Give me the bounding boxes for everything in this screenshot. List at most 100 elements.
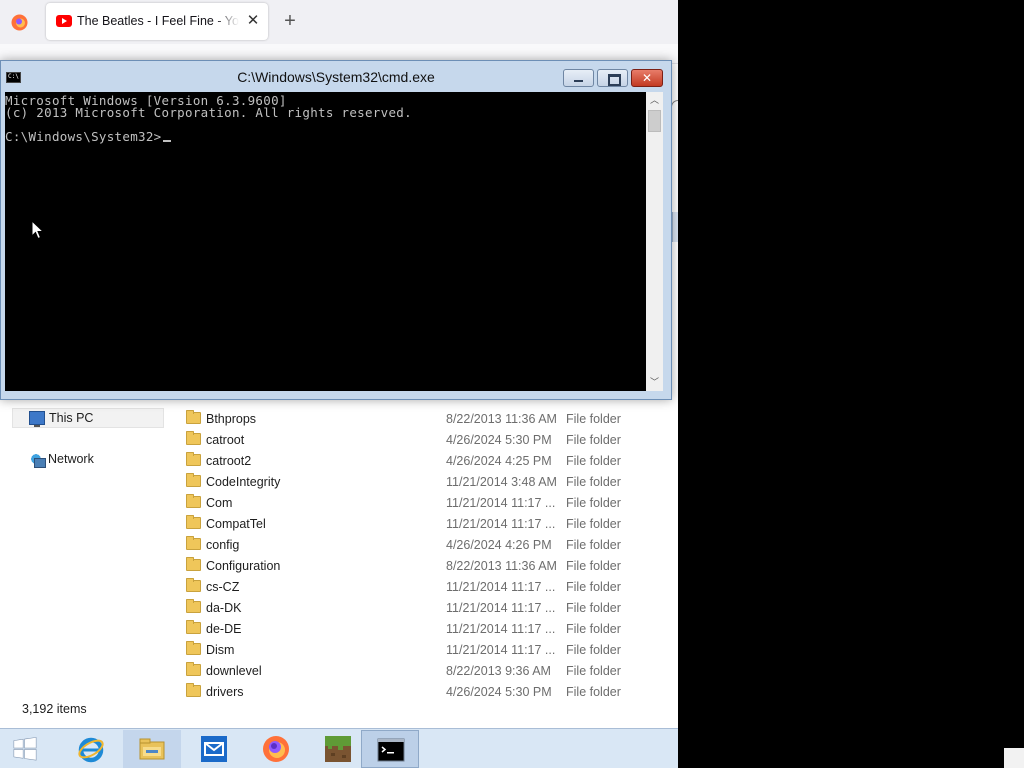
file-type: File folder [566,580,621,594]
new-tab-button[interactable]: + [280,11,300,31]
taskbar-file-explorer[interactable] [123,730,181,768]
file-date-modified: 11/21/2014 11:17 ... [446,517,556,531]
console-prompt-line: C:\Windows\System32> [5,129,171,144]
file-row[interactable]: CodeIntegrity 11/21/2014 3:48 AM File fold… [180,471,670,492]
file-row[interactable]: Dism 11/21/2014 11:17 ... File folder [180,639,670,660]
computer-icon [29,411,45,427]
scroll-up-arrow-icon[interactable]: ︿ [646,92,663,109]
mail-icon [201,736,227,762]
file-date-modified: 8/22/2013 11:36 AM [446,559,557,573]
file-date-modified: 11/21/2014 11:17 ... [446,580,556,594]
file-name: Dism [206,643,235,657]
file-row[interactable]: CompatTel 11/21/2014 11:17 ... File folder [180,513,670,534]
file-date-modified: 4/26/2024 5:30 PM [446,433,552,447]
youtube-icon [56,15,72,27]
file-date-modified: 8/22/2013 11:36 AM [446,412,557,426]
file-row[interactable]: de-DE 11/21/2014 11:17 ... File folder [180,618,670,639]
firefox-view-icon[interactable] [11,14,28,31]
taskbar-minecraft[interactable] [309,730,367,768]
nav-item-this-pc[interactable]: This PC [12,408,164,428]
file-row[interactable]: catroot 4/26/2024 5:30 PM File folder [180,429,670,450]
command-prompt-window[interactable]: C:\ C:\Windows\System32\cmd.exe Microsof… [0,60,672,400]
file-date-modified: 11/21/2014 11:17 ... [446,622,556,636]
title-bar[interactable]: C:\ C:\Windows\System32\cmd.exe [1,61,671,91]
file-type: File folder [566,454,621,468]
windows-logo-icon [13,737,37,761]
file-type: File folder [566,517,621,531]
nav-item-network[interactable]: Network [12,450,164,470]
file-type: File folder [566,538,621,552]
file-row[interactable]: downlevel 8/22/2013 9:36 AM File folder [180,660,670,681]
file-name: CodeIntegrity [206,475,281,489]
start-button[interactable] [2,730,60,768]
folder-icon [186,431,201,445]
folder-icon [186,662,201,676]
file-name: cs-CZ [206,580,240,594]
taskbar-mail[interactable] [185,730,243,768]
file-name: Configuration [206,559,281,573]
file-name: CompatTel [206,517,266,531]
nav-item-label: Network [48,452,94,466]
browser-tab-strip: The Beatles - I Feel Fine - YouTube ✕ + [0,0,678,44]
folder-icon [186,557,201,571]
close-tab-icon[interactable]: ✕ [244,12,262,30]
close-button[interactable] [631,69,663,87]
file-row[interactable]: Com 11/21/2014 11:17 ... File folder [180,492,670,513]
mouse-pointer-icon [31,220,45,240]
browser-tab-youtube[interactable]: The Beatles - I Feel Fine - YouTube ✕ [46,3,268,40]
file-name: Bthprops [206,412,257,426]
network-icon [28,452,46,468]
console-output[interactable]: Microsoft Windows [Version 6.3.9600] (c)… [5,92,646,391]
file-row[interactable]: da-DK 11/21/2014 11:17 ... File folder [180,597,670,618]
folder-icon [186,494,201,508]
vertical-scrollbar[interactable]: ︿ ﹀ [646,92,663,391]
file-type: File folder [566,685,621,699]
file-date-modified: 4/26/2024 4:26 PM [446,538,552,552]
item-count: 3,192 items [22,702,87,716]
scrollbar-thumb[interactable] [648,110,661,132]
file-name: drivers [206,685,244,699]
taskbar-firefox[interactable] [247,730,305,768]
navigation-pane: This PC Network [0,398,170,698]
command-prompt-icon [377,738,405,762]
file-name: de-DE [206,622,242,636]
desktop-corner [1004,748,1024,768]
file-type: File folder [566,433,621,447]
command-prompt: C:\Windows\System32> [5,129,162,144]
window-edge-decoration [672,212,678,242]
file-name: catroot2 [206,454,252,468]
file-type: File folder [566,601,621,615]
folder-icon [186,410,201,424]
file-row[interactable]: cs-CZ 11/21/2014 11:17 ... File folder [180,576,670,597]
minimize-button[interactable] [563,69,594,87]
file-date-modified: 11/21/2014 11:17 ... [446,643,556,657]
file-row[interactable]: catroot2 4/26/2024 4:25 PM File folder [180,450,670,471]
file-type: File folder [566,496,621,510]
scroll-down-arrow-icon[interactable]: ﹀ [646,374,663,391]
firefox-icon [263,736,289,762]
file-date-modified: 4/26/2024 4:25 PM [446,454,552,468]
minecraft-icon [325,736,351,762]
file-row[interactable]: Bthprops 8/22/2013 11:36 AM File folder [180,408,670,429]
taskbar-command-prompt[interactable] [361,730,419,768]
folder-icon [186,536,201,550]
file-name: config [206,538,240,552]
taskbar-internet-explorer[interactable] [62,730,120,768]
tab-title: The Beatles - I Feel Fine - YouTube [77,14,239,28]
folder-icon [186,599,201,613]
file-row[interactable]: drivers 4/26/2024 5:30 PM File folder [180,681,670,701]
file-type: File folder [566,664,621,678]
file-explorer-icon [139,738,165,760]
file-date-modified: 11/21/2014 11:17 ... [446,601,556,615]
internet-explorer-icon [78,737,104,763]
maximize-button[interactable] [597,69,628,87]
nav-item-label: This PC [49,411,94,425]
console-line: (c) 2013 Microsoft Corporation. All righ… [5,105,412,120]
folder-icon [186,620,201,634]
file-row[interactable]: config 4/26/2024 4:26 PM File folder [180,534,670,555]
folder-icon [186,473,201,487]
folder-icon [186,578,201,592]
folder-icon [186,452,201,466]
file-date-modified: 11/21/2014 11:17 ... [446,496,556,510]
file-row[interactable]: Configuration 8/22/2013 11:36 AM File fold… [180,555,670,576]
